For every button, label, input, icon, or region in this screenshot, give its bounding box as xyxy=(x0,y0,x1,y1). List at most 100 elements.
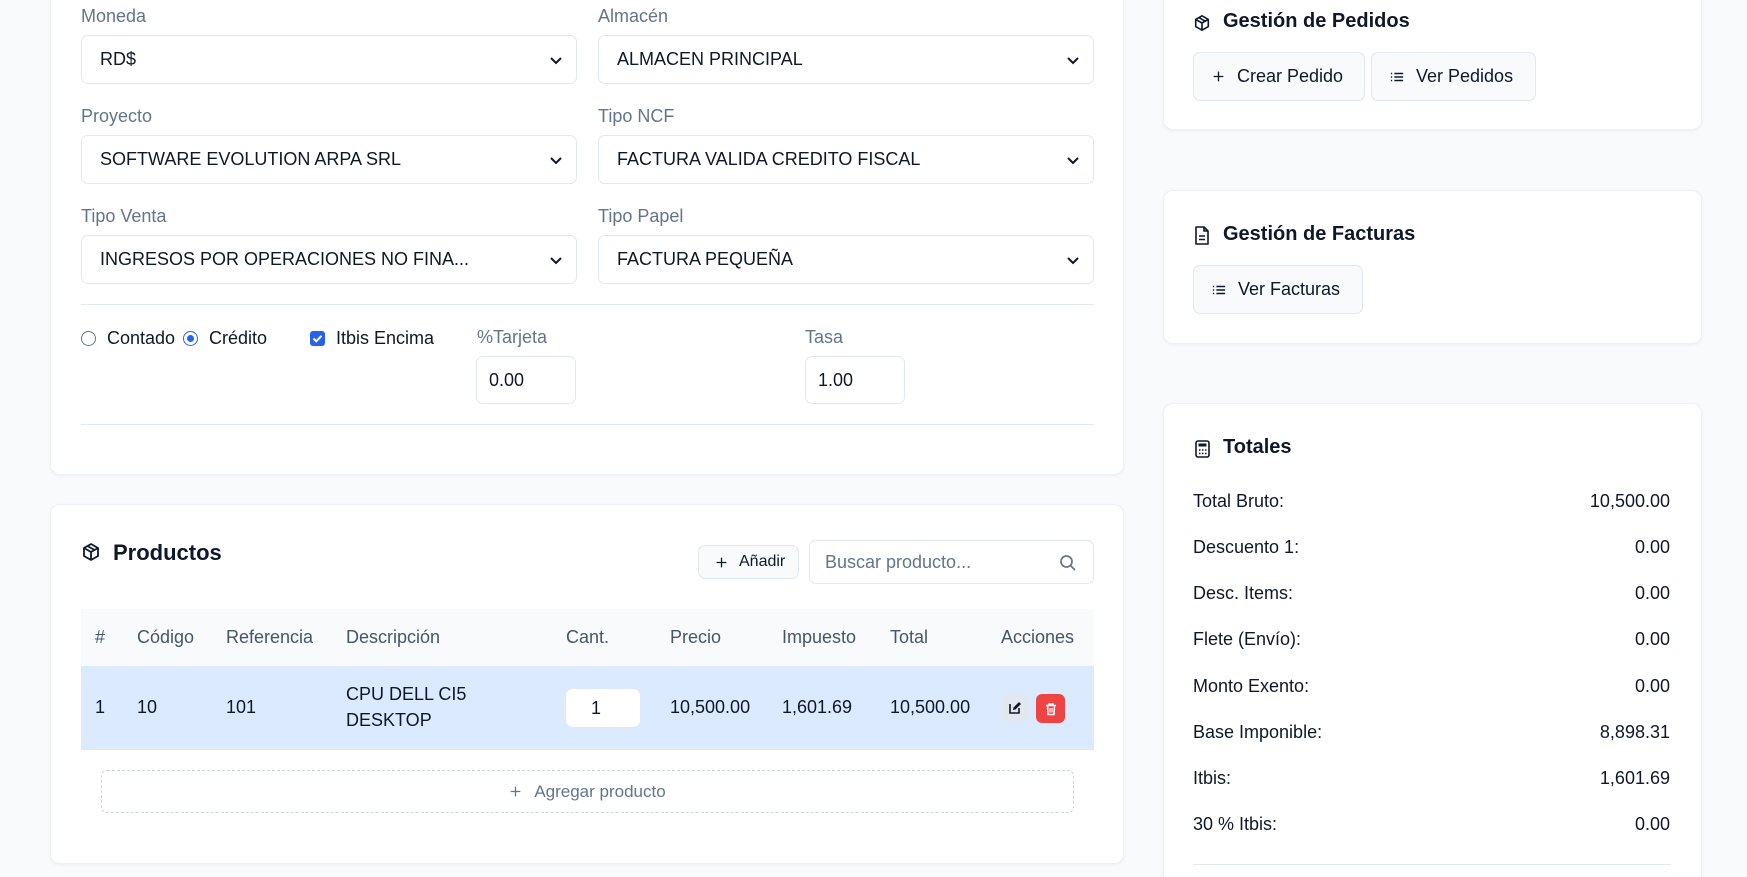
ver-pedidos-button[interactable]: Ver Pedidos xyxy=(1371,52,1536,101)
tasa-label: Tasa xyxy=(805,327,844,347)
chevron-down-icon xyxy=(550,157,562,165)
package-icon xyxy=(83,543,99,561)
chevron-down-icon xyxy=(1067,257,1079,265)
totales-divider xyxy=(1193,864,1671,865)
desc-items-label: Desc. Items: xyxy=(1193,583,1294,603)
tipo-ncf-label: Tipo NCF xyxy=(598,106,675,126)
row-precio: 10,500.00 xyxy=(670,697,751,717)
edit-icon xyxy=(1009,702,1021,714)
itbis-label: Itbis: xyxy=(1193,768,1232,788)
row-quantity-input[interactable]: 1 xyxy=(566,689,640,727)
monto-exento-label: Monto Exento: xyxy=(1193,676,1310,696)
chevron-down-icon xyxy=(550,257,562,265)
proyecto-select[interactable]: SOFTWARE EVOLUTION ARPA SRL xyxy=(81,135,577,184)
total-bruto-label: Total Bruto: xyxy=(1193,491,1285,511)
facturas-title: Gestión de Facturas xyxy=(1223,223,1416,245)
descuento-1-label: Descuento 1: xyxy=(1193,537,1300,557)
check-icon xyxy=(312,335,323,343)
crear-pedido-button[interactable]: Crear Pedido xyxy=(1193,52,1365,101)
itbis-encima-checkbox[interactable] xyxy=(310,331,325,346)
add-product-label: Añadir xyxy=(739,553,786,570)
tasa-value: 1.00 xyxy=(818,369,854,390)
itbis-30-label: 30 % Itbis: xyxy=(1193,814,1278,834)
form-divider-bottom xyxy=(81,424,1094,425)
contado-radio[interactable] xyxy=(81,331,96,346)
col-acciones: Acciones xyxy=(1001,627,1075,647)
add-row-label: Agregar producto xyxy=(534,781,666,801)
tarjeta-label: %Tarjeta xyxy=(477,327,548,347)
form-divider xyxy=(81,304,1094,305)
file-icon xyxy=(1195,226,1209,245)
total-bruto-value: 10,500.00 xyxy=(1589,491,1670,511)
tipo-ncf-select[interactable]: FACTURA VALIDA CREDITO FISCAL xyxy=(598,135,1094,184)
row-total: 10,500.00 xyxy=(890,697,971,717)
proyecto-label: Proyecto xyxy=(81,106,153,126)
plus-icon xyxy=(510,786,521,797)
calculator-icon xyxy=(1195,440,1210,458)
almacen-select[interactable]: ALMACEN PRINCIPAL xyxy=(598,35,1094,84)
col-impuesto: Impuesto xyxy=(782,627,857,647)
credito-radio[interactable] xyxy=(183,331,198,346)
row-descripcion-line1: CPU DELL CI5 xyxy=(346,684,467,704)
ver-pedidos-label: Ver Pedidos xyxy=(1416,66,1514,86)
itbis-encima-label: Itbis Encima xyxy=(336,328,435,348)
row-referencia: 101 xyxy=(226,697,257,717)
trash-icon xyxy=(1045,702,1056,715)
row-descripcion-line2: DESKTOP xyxy=(346,710,432,730)
flete-value: 0.00 xyxy=(1634,629,1670,649)
chevron-down-icon xyxy=(1067,57,1079,65)
col-codigo: Código xyxy=(137,627,195,647)
monto-exento-value: 0.00 xyxy=(1634,676,1670,696)
desc-items-value: 0.00 xyxy=(1634,583,1670,603)
delete-button[interactable] xyxy=(1036,694,1065,723)
tarjeta-value: 0.00 xyxy=(489,369,525,390)
pedidos-title: Gestión de Pedidos xyxy=(1223,10,1410,32)
add-product-button[interactable]: Añadir xyxy=(698,545,799,579)
tarjeta-input[interactable]: 0.00 xyxy=(476,356,576,404)
col-num: # xyxy=(95,627,106,647)
tipo-papel-value: FACTURA PEQUEÑA xyxy=(617,249,794,269)
edit-button[interactable] xyxy=(1001,694,1029,722)
contado-label: Contado xyxy=(107,328,176,348)
tipo-venta-select[interactable]: INGRESOS POR OPERACIONES NO FINA... xyxy=(81,235,577,284)
row-quantity-value: 1 xyxy=(591,697,602,718)
search-placeholder: Buscar producto... xyxy=(825,551,972,572)
chevron-down-icon xyxy=(550,57,562,65)
almacen-label: Almacén xyxy=(598,6,669,26)
tasa-input[interactable]: 1.00 xyxy=(805,356,905,404)
proyecto-value: SOFTWARE EVOLUTION ARPA SRL xyxy=(100,149,402,169)
flete-label: Flete (Envío): xyxy=(1193,629,1302,649)
col-descripcion: Descripción xyxy=(346,627,441,647)
crear-pedido-label: Crear Pedido xyxy=(1237,66,1344,86)
moneda-value: RD$ xyxy=(100,49,137,69)
base-imponible-label: Base Imponible: xyxy=(1193,722,1323,742)
tipo-venta-label: Tipo Venta xyxy=(81,206,167,226)
almacen-value: ALMACEN PRINCIPAL xyxy=(617,49,803,69)
ver-facturas-button[interactable]: Ver Facturas xyxy=(1193,265,1363,314)
tipo-papel-select[interactable]: FACTURA PEQUEÑA xyxy=(598,235,1094,284)
package-icon xyxy=(1194,14,1210,32)
chevron-down-icon xyxy=(1067,157,1079,165)
plus-icon xyxy=(716,557,727,567)
base-imponible-value: 8,898.31 xyxy=(1599,722,1670,742)
col-total: Total xyxy=(890,627,929,647)
itbis-30-value: 0.00 xyxy=(1634,814,1670,834)
moneda-label: Moneda xyxy=(81,6,147,26)
totales-title: Totales xyxy=(1223,436,1292,458)
list-icon xyxy=(1390,72,1404,81)
col-cantidad: Cant. xyxy=(566,627,610,647)
productos-title: Productos xyxy=(113,540,222,565)
row-num: 1 xyxy=(95,697,106,717)
list-icon xyxy=(1212,285,1226,294)
moneda-select[interactable]: RD$ xyxy=(81,35,577,84)
add-row-button[interactable]: Agregar producto xyxy=(101,770,1074,813)
descuento-1-value: 0.00 xyxy=(1634,537,1670,557)
ver-facturas-label: Ver Facturas xyxy=(1238,279,1341,299)
col-referencia: Referencia xyxy=(226,627,314,647)
product-search-input[interactable]: Buscar producto... xyxy=(809,540,1094,584)
search-icon xyxy=(1060,555,1076,571)
plus-icon xyxy=(1213,71,1224,82)
tipo-papel-label: Tipo Papel xyxy=(598,206,684,226)
tipo-venta-value: INGRESOS POR OPERACIONES NO FINA... xyxy=(100,249,470,269)
col-precio: Precio xyxy=(670,627,722,647)
